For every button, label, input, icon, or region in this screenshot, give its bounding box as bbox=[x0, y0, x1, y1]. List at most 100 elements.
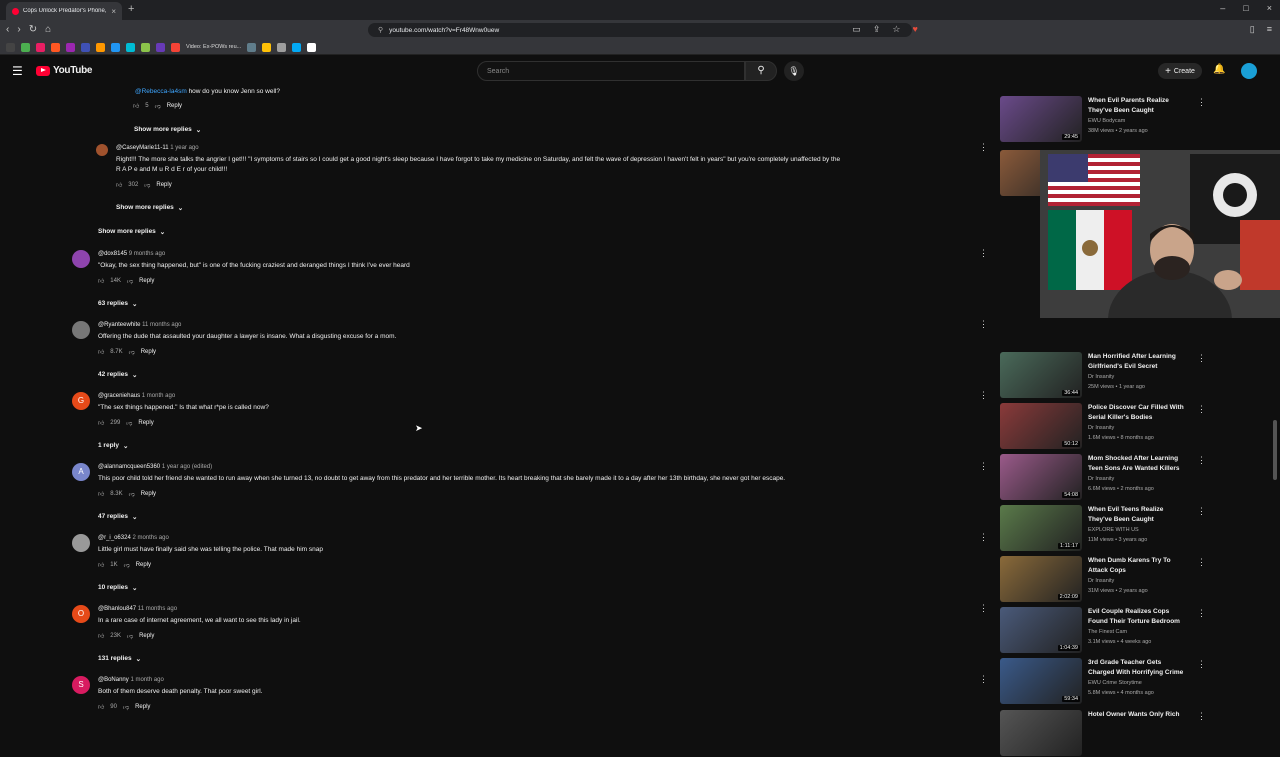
video-thumbnail[interactable]: 54:08 bbox=[1000, 454, 1082, 500]
bookmark-icon[interactable] bbox=[292, 42, 302, 52]
video-card[interactable]: 2:02:09 When Dumb Karens Try To Attack Co… bbox=[1000, 556, 1280, 603]
close-window-icon[interactable]: × bbox=[1267, 3, 1272, 13]
dislike-icon[interactable]: 👎︎ bbox=[155, 102, 161, 110]
scrollbar[interactable] bbox=[1273, 420, 1277, 480]
more-actions-icon[interactable]: ⋮ bbox=[1197, 506, 1206, 517]
bookmark-video-label[interactable]: Video: Ex-POWs reu... bbox=[186, 44, 241, 50]
video-card[interactable]: 59:34 3rd Grade Teacher Gets Charged With… bbox=[1000, 658, 1280, 705]
bookmark-icon[interactable] bbox=[277, 42, 287, 52]
comment-author[interactable]: @Ryanteewhite 11 months ago bbox=[98, 322, 181, 328]
omnibox[interactable]: ⚲ youtube.com/watch?v=Fr48Wnw0uew bbox=[368, 23, 912, 37]
like-icon[interactable]: 👍︎ bbox=[98, 348, 104, 356]
bookmark-icon[interactable] bbox=[36, 42, 45, 52]
video-title[interactable]: Evil Couple Realizes Cops Found Their To… bbox=[1088, 607, 1188, 627]
bookmark-icon[interactable] bbox=[307, 42, 317, 52]
video-thumbnail[interactable]: 59:34 bbox=[1000, 658, 1082, 704]
video-card[interactable]: 1:11:17 When Evil Teens Realize They've B… bbox=[1000, 505, 1280, 552]
show-more-replies-button[interactable]: Show more replies ⌄ bbox=[134, 126, 201, 134]
show-more-replies-button[interactable]: Show more replies ⌄ bbox=[98, 228, 165, 236]
comment-author[interactable]: @r_i_o6324 2 months ago bbox=[98, 535, 169, 541]
more-actions-icon[interactable]: ⋮ bbox=[1197, 97, 1206, 108]
minimize-icon[interactable]: – bbox=[1220, 3, 1225, 13]
view-replies-button[interactable]: 1 reply ⌄ bbox=[98, 442, 128, 450]
more-actions-icon[interactable]: ⋮ bbox=[979, 532, 988, 543]
avatar[interactable] bbox=[72, 250, 90, 268]
new-tab-icon[interactable]: + bbox=[128, 3, 134, 15]
mention-link[interactable]: @Rebecca-la4sm bbox=[135, 88, 187, 95]
more-actions-icon[interactable]: ⋮ bbox=[1197, 557, 1206, 568]
video-thumbnail[interactable]: 2:02:09 bbox=[1000, 556, 1082, 602]
comment-author[interactable]: @CaseyMarie11-11 1 year ago bbox=[116, 145, 199, 151]
bookmark-star-icon[interactable]: ☆ bbox=[892, 24, 900, 35]
dislike-icon[interactable]: 👎︎ bbox=[126, 419, 132, 427]
video-channel[interactable]: Dr Insanity bbox=[1088, 425, 1114, 431]
comment-author[interactable]: @Bhanlou847 11 months ago bbox=[98, 606, 177, 612]
home-icon[interactable]: ⌂ bbox=[45, 24, 51, 35]
apps-icon[interactable] bbox=[6, 42, 15, 52]
video-channel[interactable]: EWU Bodycam bbox=[1088, 118, 1125, 124]
bookmark-icon[interactable] bbox=[81, 42, 90, 52]
avatar[interactable]: S bbox=[72, 676, 90, 694]
show-more-replies-button[interactable]: Show more replies ⌄ bbox=[116, 204, 183, 212]
dislike-icon[interactable]: 👎︎ bbox=[124, 561, 130, 569]
dislike-icon[interactable]: 👎︎ bbox=[127, 277, 133, 285]
like-icon[interactable]: 👍︎ bbox=[98, 632, 104, 640]
more-actions-icon[interactable]: ⋮ bbox=[979, 461, 988, 472]
dislike-icon[interactable]: 👎︎ bbox=[129, 348, 135, 356]
more-actions-icon[interactable]: ⋮ bbox=[1197, 608, 1206, 619]
forward-icon[interactable]: › bbox=[17, 24, 20, 35]
comment-author[interactable]: @graceniehaus 1 month ago bbox=[98, 393, 175, 399]
url-text[interactable]: youtube.com/watch?v=Fr48Wnw0uew bbox=[389, 27, 499, 34]
share-icon[interactable]: ⇪ bbox=[873, 24, 881, 35]
bookmark-icon[interactable] bbox=[126, 42, 135, 52]
video-channel[interactable]: EWU Crime Storytime bbox=[1088, 680, 1142, 686]
dislike-icon[interactable]: 👎︎ bbox=[127, 632, 133, 640]
browser-tab[interactable]: Cops Unlock Predator's Phone, F × bbox=[6, 2, 122, 20]
extension-icon[interactable]: ♥ bbox=[912, 24, 917, 35]
reply-button[interactable]: Reply bbox=[167, 103, 182, 109]
video-title[interactable]: When Dumb Karens Try To Attack Cops bbox=[1088, 556, 1188, 576]
video-thumbnail[interactable]: 1:04:39 bbox=[1000, 607, 1082, 653]
more-actions-icon[interactable]: ⋮ bbox=[979, 248, 988, 259]
reply-button[interactable]: Reply bbox=[138, 420, 153, 426]
like-icon[interactable]: 👍︎ bbox=[133, 102, 139, 110]
video-card[interactable]: 50:12 Police Discover Car Filled With Ser… bbox=[1000, 403, 1280, 450]
maximize-icon[interactable]: □ bbox=[1243, 3, 1248, 13]
video-channel[interactable]: The Finest Cam bbox=[1088, 629, 1127, 635]
close-tab-icon[interactable]: × bbox=[111, 7, 116, 16]
more-actions-icon[interactable]: ⋮ bbox=[1197, 455, 1206, 466]
sidebar-icon[interactable]: ▯ bbox=[1250, 24, 1255, 35]
like-icon[interactable]: 👍︎ bbox=[98, 561, 104, 569]
reply-button[interactable]: Reply bbox=[141, 349, 156, 355]
more-actions-icon[interactable]: ⋮ bbox=[1197, 659, 1206, 670]
more-actions-icon[interactable]: ⋮ bbox=[979, 142, 988, 153]
more-actions-icon[interactable]: ⋮ bbox=[979, 319, 988, 330]
bookmark-icon[interactable] bbox=[262, 42, 272, 52]
video-channel[interactable]: Dr Insanity bbox=[1088, 374, 1114, 380]
bookmark-icon[interactable] bbox=[111, 42, 120, 52]
video-card[interactable]: 36:44 Man Horrified After Learning Girlfr… bbox=[1000, 352, 1280, 399]
bookmark-icon[interactable] bbox=[51, 42, 60, 52]
like-icon[interactable]: 👍︎ bbox=[116, 181, 122, 189]
more-actions-icon[interactable]: ⋮ bbox=[979, 390, 988, 401]
avatar[interactable]: O bbox=[72, 605, 90, 623]
video-title[interactable]: 3rd Grade Teacher Gets Charged With Horr… bbox=[1088, 658, 1188, 678]
search-button[interactable]: ⚲ bbox=[745, 61, 777, 81]
video-thumbnail[interactable]: 36:44 bbox=[1000, 352, 1082, 398]
youtube-logo[interactable]: YouTube bbox=[36, 65, 93, 76]
reply-button[interactable]: Reply bbox=[141, 491, 156, 497]
reply-button[interactable]: Reply bbox=[139, 633, 154, 639]
avatar[interactable]: G bbox=[72, 392, 90, 410]
more-actions-icon[interactable]: ⋮ bbox=[979, 674, 988, 685]
reply-button[interactable]: Reply bbox=[135, 704, 150, 710]
search-input[interactable]: Search bbox=[477, 61, 745, 81]
video-card[interactable]: 29:45 When Evil Parents Realize They've B… bbox=[1000, 96, 1280, 143]
like-icon[interactable]: 👍︎ bbox=[98, 490, 104, 498]
bookmark-icon[interactable] bbox=[96, 42, 105, 52]
video-thumbnail[interactable]: 1:11:17 bbox=[1000, 505, 1082, 551]
comment-author[interactable]: @BoNanny 1 month ago bbox=[98, 677, 164, 683]
video-card[interactable]: 1:04:39 Evil Couple Realizes Cops Found T… bbox=[1000, 607, 1280, 654]
dislike-icon[interactable]: 👎︎ bbox=[123, 703, 129, 711]
dislike-icon[interactable]: 👎︎ bbox=[144, 181, 150, 189]
bookmark-icon[interactable] bbox=[141, 42, 150, 52]
